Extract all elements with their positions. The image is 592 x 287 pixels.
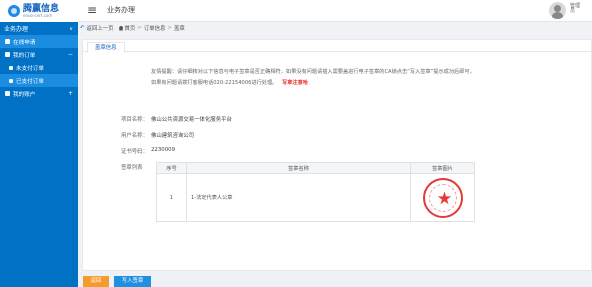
cert-label: 证书号码： [121, 149, 148, 155]
top-navbar: 腾赢信息 enuo-cert.com ≡ 业务办理 管理 员 [0, 0, 592, 22]
breadcrumb-separator: > [167, 25, 172, 31]
project-label: 项目名称： [121, 117, 148, 123]
collapse-icon: − [67, 51, 73, 58]
user-field: 用户名称： 佛山建筑咨询公司 [121, 131, 194, 139]
back-arrow-icon: ↶ [80, 25, 85, 31]
breadcrumb-current: 盖章 [173, 26, 185, 32]
table-row: 1 1-法定代表人公章 [157, 174, 474, 221]
cert-field: 证书号码： 2230009 [121, 147, 175, 155]
sidebar: 业务办理 ∨ 在线申请 我的订单 − 未支付订单 已支付订单 我的账户 + [0, 22, 78, 287]
main-content: ↶ 返回上一页 首页 > 订单信息 > 盖章 盖章信息 友情提醒：请仔细核对以下… [78, 22, 592, 287]
list-icon [9, 78, 13, 83]
table-header: 序号 签章名称 签章图片 [157, 163, 474, 174]
user-avatar[interactable] [549, 2, 566, 19]
row-seal-name: 1-法定代表人公章 [187, 174, 411, 221]
logo-icon [8, 5, 20, 17]
seal-stamp-image [422, 177, 463, 218]
notice-line-2: 如果有问题请拨打客服电话020-22154006进行处理。 [151, 80, 278, 86]
header-seal-name: 签章名称 [187, 163, 411, 173]
notice-red-link[interactable]: 写章注意哈 [282, 80, 308, 86]
breadcrumb-order[interactable]: 订单信息 [144, 24, 166, 32]
seal-list-field: 签章列表 [121, 163, 143, 171]
project-value: 佛山公共资源交易一体化服务平台 [151, 117, 232, 123]
home-icon [118, 25, 124, 31]
notice-text: 友情提醒：请仔细核对以下信息与电子签章是否正确相符，如果没有问题请插入需要盖进行… [151, 69, 571, 87]
sidebar-item-paid[interactable]: 已支付订单 [0, 74, 78, 87]
notice-line-1: 友情提醒：请仔细核对以下信息与电子签章是否正确相符，如果没有问题请插入需要盖进行… [151, 69, 475, 75]
brand-name: 腾赢信息 [23, 3, 60, 14]
write-seal-button[interactable]: 写入签章 [114, 276, 151, 287]
sidebar-item-unpaid[interactable]: 未支付订单 [0, 61, 78, 74]
footer-bar [78, 272, 592, 287]
breadcrumb: ↶ 返回上一页 首页 > 订单信息 > 盖章 [78, 22, 592, 34]
back-link[interactable]: ↶ 返回上一页 [80, 24, 114, 32]
header-seal-image: 签章图片 [432, 165, 453, 172]
breadcrumb-separator: > [137, 25, 142, 31]
user-name[interactable]: 管理 员 [570, 4, 584, 14]
row-index: 1 [157, 174, 187, 221]
tab-seal-info[interactable]: 盖章信息 [87, 42, 125, 53]
project-field: 项目名称： 佛山公共资源交易一体化服务平台 [121, 115, 232, 123]
seal-table: 序号 签章名称 签章图片 1 1-法定代表人公章 [156, 162, 475, 222]
list-icon [9, 65, 13, 70]
expand-icon: + [67, 90, 73, 97]
user-value: 佛山建筑咨询公司 [151, 133, 195, 139]
top-menu-business[interactable]: 业务办理 [107, 5, 135, 15]
back-button[interactable]: 返回 [83, 276, 109, 287]
user-label: 用户名称： [121, 133, 148, 139]
header-index: 序号 [157, 163, 187, 173]
sidebar-item-apply[interactable]: 在线申请 [0, 35, 78, 48]
sidebar-item-my-orders[interactable]: 我的订单 − [0, 48, 78, 61]
sidebar-section-business[interactable]: 业务办理 ∨ [0, 22, 78, 35]
seal-panel: 盖章信息 友情提醒：请仔细核对以下信息与电子签章是否正确相符，如果没有问题请插入… [82, 39, 592, 271]
seal-list-label: 签章列表 [121, 165, 143, 171]
document-icon [5, 39, 10, 44]
breadcrumb-home[interactable]: 首页 [118, 24, 135, 32]
chevron-down-icon: ∨ [69, 25, 73, 32]
row-seal-image [411, 174, 474, 221]
folder-icon [5, 52, 10, 57]
cert-value: 2230009 [151, 147, 176, 153]
user-icon [5, 91, 10, 96]
hamburger-menu-icon[interactable]: ≡ [87, 3, 99, 17]
logo[interactable]: 腾赢信息 enuo-cert.com [0, 0, 78, 22]
tab-bar: 盖章信息 [83, 40, 591, 53]
sidebar-item-account[interactable]: 我的账户 + [0, 87, 78, 100]
